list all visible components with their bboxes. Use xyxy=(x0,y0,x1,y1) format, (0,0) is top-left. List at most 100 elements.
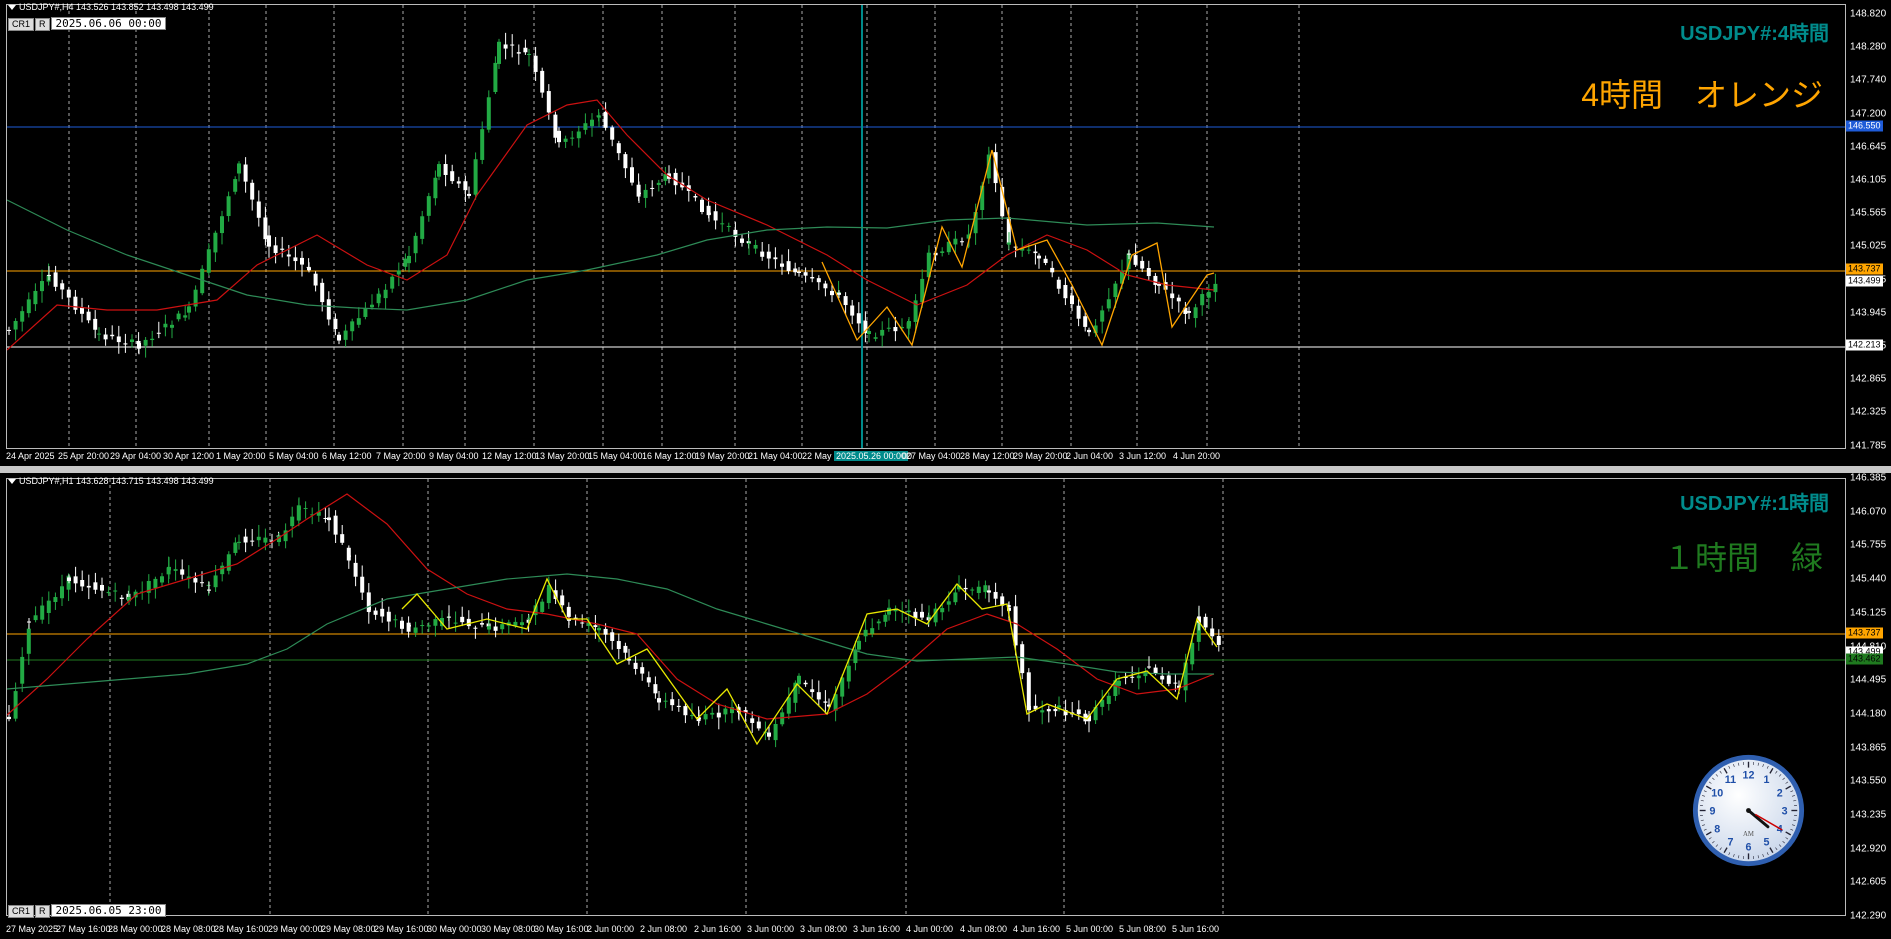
candle-body xyxy=(707,212,711,215)
h1-chart-pane[interactable]: USDJPY#,H1 143.628 143.715 143.498 143.4… xyxy=(0,473,1891,939)
candle-body xyxy=(337,334,341,341)
candle-body xyxy=(293,257,298,262)
time-tick-label: 2 Jun 16:00 xyxy=(694,924,742,934)
candle-body xyxy=(153,578,158,588)
price-tick-label: 145.755 xyxy=(1850,539,1887,551)
candle-body xyxy=(343,330,348,340)
candle-body xyxy=(1146,268,1151,277)
price-tick-label: 146.070 xyxy=(1850,506,1887,518)
h1-price-axis[interactable]: 146.385146.070145.755145.440145.125144.8… xyxy=(1846,473,1891,922)
r-button[interactable]: R xyxy=(35,18,50,31)
candle-body xyxy=(1153,667,1158,674)
candle-body xyxy=(1133,255,1138,265)
clock-center xyxy=(1746,808,1751,813)
candle-body xyxy=(497,41,501,64)
candle-body xyxy=(243,536,248,543)
time-tick-label: 16 May 12:00 xyxy=(642,451,697,461)
candle-body xyxy=(540,70,545,93)
h1-time-axis[interactable]: 27 May 2025 27 May 16:00 28 May 00:00 28 Ma… xyxy=(6,924,1846,938)
candle-body xyxy=(340,534,345,543)
price-tick-label: 143.550 xyxy=(1850,775,1887,787)
candle-body xyxy=(180,569,185,575)
candle-body xyxy=(750,718,755,723)
h4-plot-area[interactable] xyxy=(6,4,1846,449)
price-tick-label: 141.785 xyxy=(1850,440,1887,452)
candle-body xyxy=(313,273,318,286)
candle-body xyxy=(1153,275,1158,285)
candle-body xyxy=(233,542,238,553)
collapse-triangle-icon[interactable] xyxy=(8,479,16,485)
time-tick-label: 7 May 20:00 xyxy=(376,451,426,461)
candle-body xyxy=(893,327,898,332)
time-tick-label: 29 May 16:00 xyxy=(374,924,429,934)
candle-body xyxy=(1203,616,1208,628)
candle-body xyxy=(610,127,615,140)
h1-plot-area[interactable] xyxy=(6,478,1846,916)
time-tick-label: 4 Jun 00:00 xyxy=(906,924,954,934)
candle-body xyxy=(546,91,551,113)
candle-body xyxy=(713,211,718,221)
time-tick-label: 5 Jun 00:00 xyxy=(1066,924,1114,934)
clock-number: 3 xyxy=(1782,805,1788,817)
clock-number: 2 xyxy=(1777,787,1783,799)
candle-body xyxy=(1157,284,1161,286)
candle-body xyxy=(493,62,498,93)
h4-time-axis[interactable]: 24 Apr 2025 25 Apr 20:00 29 Apr 04:00 30 Ap… xyxy=(6,451,1846,465)
candle-body xyxy=(386,611,391,622)
candle-body xyxy=(500,624,505,630)
candle-body xyxy=(1160,675,1165,680)
candle-body xyxy=(380,608,385,617)
candle-body xyxy=(456,181,461,184)
candle-body xyxy=(407,624,411,627)
pane-splitter[interactable] xyxy=(0,466,1891,473)
time-tick-label: 27 May 2025 xyxy=(6,924,59,934)
candle-body xyxy=(403,258,408,267)
time-tick-label: 30 May 08:00 xyxy=(481,924,536,934)
candle-body xyxy=(156,332,161,334)
candle-body xyxy=(1213,283,1218,293)
cr-button[interactable]: CR1 xyxy=(8,18,35,31)
time-tick-label: 2 Jun 08:00 xyxy=(640,924,688,934)
candle-body xyxy=(426,196,431,216)
r-button[interactable]: R xyxy=(35,905,50,918)
candle-body xyxy=(307,267,311,271)
h1-title-text: USDJPY#,H1 143.628 143.715 143.498 143.4… xyxy=(19,476,214,486)
candle-body xyxy=(816,278,821,283)
candle-body xyxy=(803,682,808,685)
candle-body xyxy=(747,242,751,244)
candle-body xyxy=(450,171,455,182)
candle-body xyxy=(953,238,958,245)
candle-body xyxy=(553,114,558,138)
candle-body xyxy=(420,216,425,239)
price-tick-label: 146.645 xyxy=(1850,141,1887,153)
candle-body xyxy=(473,159,478,195)
candle-body xyxy=(60,283,65,290)
candle-body xyxy=(670,699,675,706)
candle-body xyxy=(473,627,478,629)
candle-body xyxy=(863,629,868,637)
candle-body xyxy=(953,592,958,603)
candle-body xyxy=(326,299,331,320)
candle-body xyxy=(1076,709,1081,715)
candle-body xyxy=(1216,636,1221,645)
candle-body xyxy=(767,732,771,737)
candle-body xyxy=(976,586,981,593)
time-tick-label: 29 May 08:00 xyxy=(321,924,376,934)
h4-chart-pane[interactable]: USDJPY#,H4 143.526 143.852 143.498 143.4… xyxy=(0,0,1891,466)
price-tick-label: 147.740 xyxy=(1850,74,1887,86)
candle-body xyxy=(653,684,658,694)
candle-body xyxy=(960,241,964,243)
candle-body xyxy=(590,119,594,127)
clock-ampm: AM xyxy=(1743,831,1754,838)
collapse-triangle-icon[interactable] xyxy=(8,5,16,11)
candle-body xyxy=(1037,255,1041,259)
candle-body xyxy=(237,541,241,543)
cr-button[interactable]: CR1 xyxy=(8,905,35,918)
clock-number: 5 xyxy=(1764,837,1770,849)
price-tick-label: 148.820 xyxy=(1850,8,1887,20)
candle-body xyxy=(527,617,531,619)
candle-body xyxy=(233,179,238,192)
candle-body xyxy=(193,578,198,583)
candle-body xyxy=(597,627,601,631)
h4-price-axis[interactable]: 148.820 148.280 147.740 147.200 146.645 146.1… xyxy=(1846,4,1891,452)
